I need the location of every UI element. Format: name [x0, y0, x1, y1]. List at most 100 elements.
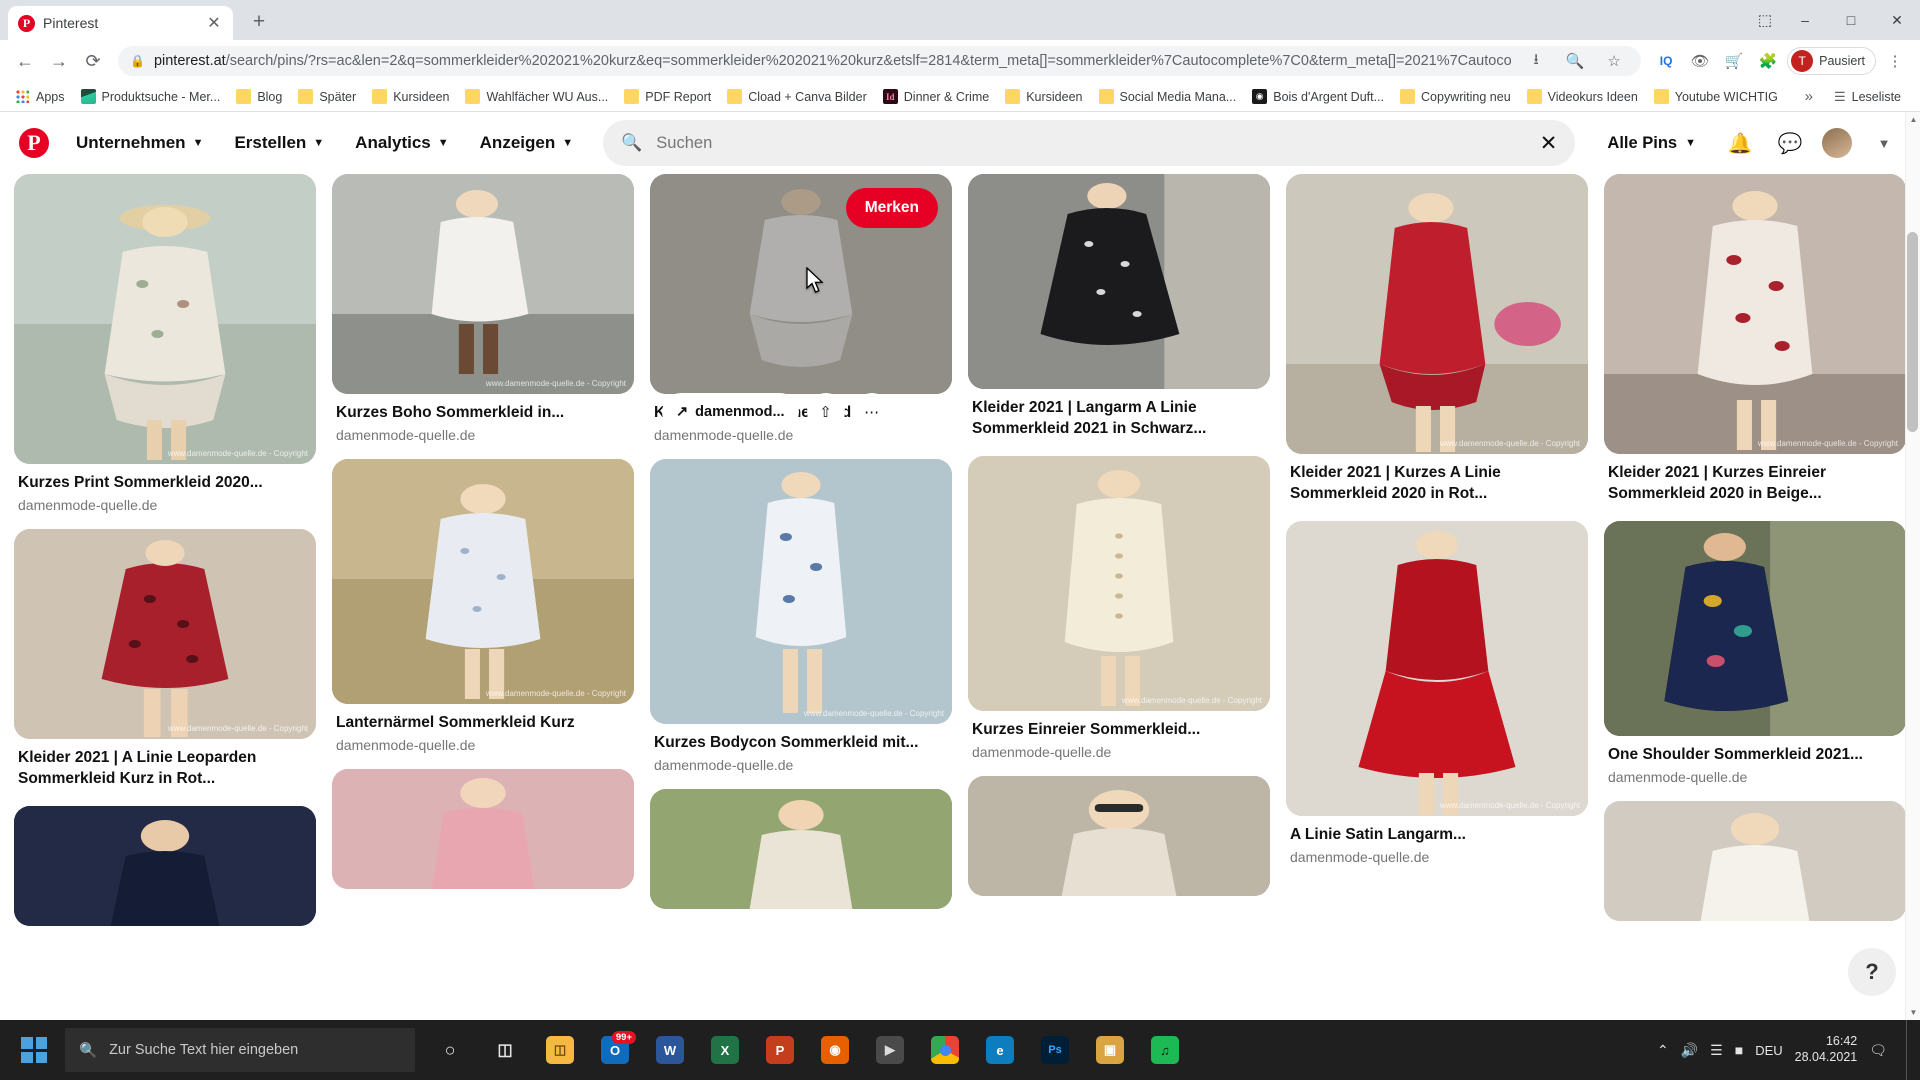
- pin-card[interactable]: Kleider 2021 | Langarm A Linie Sommerkle…: [968, 174, 1270, 440]
- filter-alle-pins[interactable]: Alle Pins ▼: [1591, 124, 1712, 163]
- bookmark-pdf-report[interactable]: PDF Report: [617, 86, 718, 107]
- reload-button[interactable]: ⟳: [78, 46, 108, 76]
- scroll-down-arrow[interactable]: ▼: [1906, 1005, 1920, 1020]
- back-button[interactable]: ←: [10, 46, 40, 76]
- nav-erstellen[interactable]: Erstellen ▼: [220, 124, 338, 162]
- bookmark-social-media[interactable]: Social Media Mana...: [1092, 86, 1244, 107]
- pin-card[interactable]: www.damenmode-quelle.de - Copyright Klei…: [1286, 174, 1588, 505]
- pin-card[interactable]: www.damenmode-quelle.de - Copyright Kurz…: [332, 174, 634, 443]
- bookmark-blog[interactable]: Blog: [229, 86, 289, 107]
- close-icon[interactable]: ✕: [205, 13, 223, 33]
- language-indicator[interactable]: DEU: [1755, 1043, 1782, 1058]
- more-icon[interactable]: ⋯: [852, 392, 891, 431]
- search-icon[interactable]: 🔍: [1560, 46, 1590, 76]
- bookmark-kursideen-2[interactable]: Kursideen: [998, 86, 1089, 107]
- pin-card[interactable]: [14, 805, 316, 926]
- pin-source-button[interactable]: ↗ damenmod...: [662, 392, 799, 431]
- pin-image[interactable]: www.damenmode-quelle.de - Copyright: [1604, 174, 1906, 454]
- pinterest-search-bar[interactable]: 🔍 ✕: [603, 120, 1576, 166]
- excel-icon[interactable]: X: [699, 1024, 751, 1076]
- cortana-icon[interactable]: ○: [424, 1024, 476, 1076]
- notification-icon[interactable]: 🗨: [1869, 1042, 1887, 1059]
- speaker-icon[interactable]: 🔊: [1681, 1042, 1698, 1059]
- edge-icon[interactable]: e: [974, 1024, 1026, 1076]
- pin-image[interactable]: www.damenmode-quelle.de - Copyright: [332, 458, 634, 704]
- browser-tab-pinterest[interactable]: P Pinterest ✕: [8, 6, 233, 40]
- chevron-down-icon[interactable]: ▼: [1862, 121, 1906, 165]
- show-desktop-button[interactable]: [1906, 1020, 1914, 1080]
- share-icon[interactable]: ⇧: [806, 392, 845, 431]
- bookmarks-overflow-button[interactable]: »: [1799, 88, 1819, 105]
- chat-icon[interactable]: 💬: [1768, 121, 1812, 165]
- bell-icon[interactable]: 🔔: [1718, 121, 1762, 165]
- bookmark-star-icon[interactable]: ☆: [1599, 46, 1629, 76]
- pin-image[interactable]: [14, 805, 316, 926]
- scroll-up-arrow[interactable]: ▲: [1906, 112, 1920, 127]
- nav-analytics[interactable]: Analytics ▼: [341, 124, 462, 162]
- pin-card[interactable]: [332, 768, 634, 889]
- powerpoint-icon[interactable]: P: [754, 1024, 806, 1076]
- new-tab-button[interactable]: +: [245, 10, 273, 34]
- bookmark-videokurs[interactable]: Videokurs Ideen: [1520, 86, 1645, 107]
- pin-image[interactable]: [968, 775, 1270, 896]
- battery-icon[interactable]: ■: [1735, 1042, 1743, 1058]
- pin-image[interactable]: www.damenmode-quelle.de - Copyright: [650, 458, 952, 724]
- install-icon[interactable]: ⭳: [1521, 46, 1551, 76]
- bookmark-produktsuche[interactable]: Produktsuche - Mer...: [74, 86, 228, 107]
- pinterest-logo[interactable]: P: [14, 123, 54, 163]
- close-window-button[interactable]: ✕: [1874, 4, 1920, 36]
- scrollbar-thumb[interactable]: [1907, 232, 1918, 432]
- bookmark-youtube[interactable]: Youtube WICHTIG: [1647, 86, 1785, 107]
- task-view-icon[interactable]: ◫: [479, 1024, 531, 1076]
- pin-image[interactable]: [1604, 520, 1906, 736]
- pin-card[interactable]: [650, 788, 952, 909]
- pin-image[interactable]: www.damenmode-quelle.de - Copyright: [332, 174, 634, 394]
- nav-unternehmen[interactable]: Unternehmen ▼: [62, 124, 217, 162]
- bookmark-apps[interactable]: Apps: [8, 86, 72, 107]
- outlook-icon[interactable]: O 99+: [589, 1024, 641, 1076]
- pin-image[interactable]: www.damenmode-quelle.de - Copyright: [1286, 174, 1588, 454]
- chrome-menu-icon[interactable]: ⋮: [1880, 46, 1910, 76]
- pin-card[interactable]: [968, 775, 1270, 896]
- pin-card[interactable]: [1604, 800, 1906, 921]
- pin-image[interactable]: www.damenmode-quelle.de - Copyright: [1286, 520, 1588, 816]
- iq-extension-icon[interactable]: IQ: [1651, 46, 1681, 76]
- pin-card[interactable]: www.damenmode-quelle.de - Copyright Kurz…: [14, 174, 316, 513]
- pin-image[interactable]: [1604, 800, 1906, 921]
- nav-anzeigen[interactable]: Anzeigen ▼: [466, 124, 587, 162]
- clear-search-icon[interactable]: ✕: [1540, 131, 1558, 156]
- firefox-icon[interactable]: ◉: [809, 1024, 861, 1076]
- file-explorer-icon[interactable]: ◫: [534, 1024, 586, 1076]
- taskbar-search[interactable]: 🔍 Zur Suche Text hier eingeben: [65, 1028, 415, 1072]
- save-button[interactable]: Merken: [845, 188, 938, 228]
- pin-card[interactable]: www.damenmode-quelle.de - Copyright Kurz…: [968, 455, 1270, 760]
- bookmark-bois-dargent[interactable]: ◉ Bois d'Argent Duft...: [1245, 86, 1391, 107]
- spotify-icon[interactable]: ♫: [1139, 1024, 1191, 1076]
- bookmark-kursideen-1[interactable]: Kursideen: [365, 86, 456, 107]
- page-scrollbar[interactable]: ▲ ▼: [1905, 112, 1920, 1020]
- pin-image[interactable]: [332, 768, 634, 889]
- pin-image[interactable]: www.damenmode-quelle.de - Copyright: [968, 455, 1270, 711]
- photos-icon[interactable]: ▣: [1084, 1024, 1136, 1076]
- pin-card-hovered[interactable]: Merken ↗ damenmod... ⇧ ⋯ Kurzes Boho Som…: [650, 174, 952, 443]
- pin-card[interactable]: www.damenmode-quelle.de - Copyright A Li…: [1286, 520, 1588, 865]
- bookmark-copywriting[interactable]: Copywriting neu: [1393, 86, 1518, 107]
- word-icon[interactable]: W: [644, 1024, 696, 1076]
- bookmark-spaeter[interactable]: Später: [291, 86, 363, 107]
- extension-icon[interactable]: ⬚: [1748, 4, 1782, 36]
- profile-button[interactable]: T Pausiert: [1787, 47, 1876, 75]
- pin-card[interactable]: www.damenmode-quelle.de - Copyright Klei…: [14, 528, 316, 790]
- photoshop-icon[interactable]: Ps: [1029, 1024, 1081, 1076]
- address-bar[interactable]: 🔒 pinterest.at/search/pins/?rs=ac&len=2&…: [118, 46, 1642, 76]
- reading-list-button[interactable]: ☰ Leseliste: [1827, 86, 1908, 108]
- maximize-button[interactable]: □: [1828, 4, 1874, 36]
- search-input[interactable]: [656, 133, 1526, 153]
- help-button[interactable]: ?: [1848, 948, 1896, 996]
- chrome-icon[interactable]: [919, 1024, 971, 1076]
- eye-extension-icon[interactable]: 👁: [1685, 46, 1715, 76]
- bookmark-dinner-crime[interactable]: Id Dinner & Crime: [876, 86, 996, 107]
- tray-chevron-icon[interactable]: ⌃: [1657, 1042, 1669, 1059]
- shop-extension-icon[interactable]: 🛒: [1719, 46, 1749, 76]
- media-player-icon[interactable]: ▶: [864, 1024, 916, 1076]
- pin-image[interactable]: [968, 174, 1270, 389]
